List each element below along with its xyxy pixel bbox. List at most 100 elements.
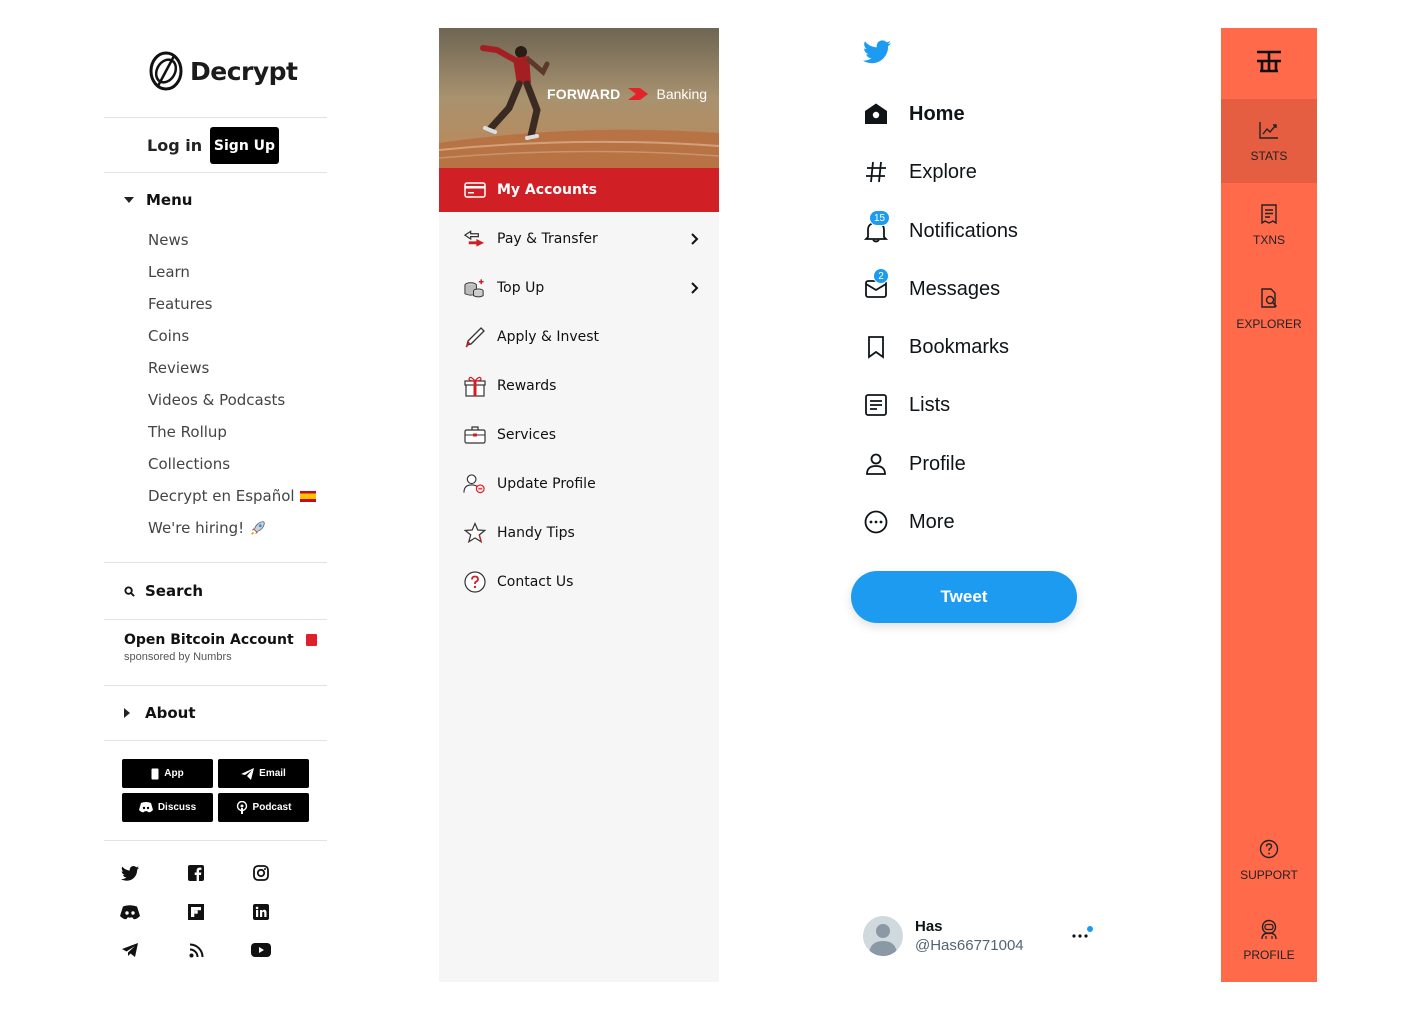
divider [104, 840, 327, 841]
nav-pay-transfer[interactable]: Pay & Transfer [439, 219, 719, 259]
nav-stats[interactable]: STATS [1221, 99, 1317, 183]
tweet-button[interactable]: Tweet [851, 571, 1077, 623]
app-button[interactable]: App [122, 759, 213, 788]
nav-txns[interactable]: TXNS [1221, 183, 1317, 267]
bell-icon: 15 [863, 210, 891, 244]
nav-notifications[interactable]: 15 Notifications [850, 206, 1018, 256]
discuss-button[interactable]: Discuss [122, 793, 213, 822]
menu-item-label: We're hiring! [148, 519, 245, 537]
nav-label: Pay & Transfer [497, 231, 598, 247]
caret-down-icon [124, 197, 134, 203]
menu-toggle[interactable]: Menu [124, 191, 192, 209]
rocket-icon [251, 521, 265, 535]
bookmark-icon [863, 334, 889, 360]
menu-item-learn[interactable]: Learn [148, 256, 316, 288]
nav-explore[interactable]: Explore [850, 147, 977, 197]
nav-my-accounts[interactable]: My Accounts [439, 168, 719, 212]
nav-home[interactable]: Home [850, 89, 965, 139]
nav-messages[interactable]: 2 Messages [850, 264, 1000, 314]
podcast-button[interactable]: Podcast [218, 793, 309, 822]
nav-bookmarks[interactable]: Bookmarks [850, 322, 1009, 372]
discuss-button-label: Discuss [157, 802, 197, 813]
app-button-label: App [164, 768, 184, 779]
list-icon [863, 392, 889, 418]
chart-icon [1259, 122, 1278, 139]
chevron-right-icon [691, 282, 699, 294]
menu-item-videos-podcasts[interactable]: Videos & Podcasts [148, 384, 316, 416]
nav-handy-tips[interactable]: Handy Tips [439, 513, 719, 553]
youtube-icon[interactable] [251, 940, 271, 960]
nav-label: Bookmarks [909, 335, 1010, 358]
login-link[interactable]: Log in [147, 136, 202, 155]
nav-support[interactable]: SUPPORT [1221, 818, 1317, 902]
about-toggle[interactable]: About [124, 704, 196, 722]
explorer-logo[interactable] [1253, 46, 1285, 78]
pen-icon [463, 326, 486, 349]
sponsor-link[interactable]: Open Bitcoin Account sponsored by Numbrs [124, 632, 317, 663]
hashtag-icon [863, 159, 889, 185]
divider [104, 685, 327, 686]
facebook-icon[interactable] [186, 863, 206, 883]
flipboard-icon[interactable] [186, 902, 206, 922]
nav-label: Apply & Invest [497, 329, 600, 345]
nav-label: My Accounts [497, 182, 597, 198]
menu-item-label: The Rollup [148, 423, 227, 441]
twitter-logo[interactable] [863, 40, 891, 68]
user-handle: @Has66771004 [915, 937, 1024, 954]
menu-item-label: Learn [148, 263, 190, 281]
menu-item-espanol[interactable]: Decrypt en Español [148, 480, 316, 512]
nav-update-profile[interactable]: Update Profile [439, 464, 719, 504]
nav-apply-invest[interactable]: Apply & Invest [439, 317, 719, 357]
nav-label: Home [909, 102, 965, 125]
menu-label: Menu [146, 191, 193, 209]
menu-item-label: Videos & Podcasts [148, 391, 286, 409]
user-edit-icon [463, 473, 486, 496]
discord-icon[interactable] [120, 902, 140, 922]
more-options-icon[interactable] [1072, 934, 1088, 938]
menu-item-coins[interactable]: Coins [148, 320, 316, 352]
nav-more[interactable]: More [850, 497, 955, 547]
menu-list: News Learn Features Coins Reviews Videos… [148, 224, 316, 544]
telegram-icon[interactable] [120, 940, 140, 960]
sponsor-title: Open Bitcoin Account [124, 632, 317, 648]
search-button[interactable]: Search [124, 582, 203, 600]
nav-profile[interactable]: Profile [850, 439, 966, 489]
nav-label: TXNS [1252, 233, 1285, 247]
sponsor-subtitle: sponsored by Numbrs [124, 651, 232, 663]
nav-explorer[interactable]: EXPLORER [1221, 267, 1317, 351]
twitter-icon[interactable] [120, 863, 140, 883]
nav-label: Top Up [497, 280, 545, 296]
sponsor-title-text: Open Bitcoin Account [124, 632, 294, 648]
signup-button[interactable]: Sign Up [210, 127, 279, 164]
account-switcher[interactable]: Has @Has66771004 [863, 916, 1024, 956]
divider [104, 172, 327, 173]
menu-item-the-rollup[interactable]: The Rollup [148, 416, 316, 448]
linkedin-icon[interactable] [251, 902, 271, 922]
nav-contact-us[interactable]: Contact Us [439, 562, 719, 602]
nav-label: Messages [909, 277, 1001, 300]
phone-icon [151, 768, 159, 779]
menu-item-hiring[interactable]: We're hiring! [148, 512, 316, 544]
nav-profile[interactable]: PROFILE [1221, 898, 1317, 982]
nav-lists[interactable]: Lists [850, 380, 950, 430]
coins-icon [463, 277, 486, 300]
decrypt-logo[interactable]: Decrypt [148, 50, 298, 92]
menu-item-news[interactable]: News [148, 224, 316, 256]
nav-services[interactable]: Services [439, 415, 719, 455]
nav-label: Update Profile [497, 476, 596, 492]
email-button[interactable]: Email [218, 759, 309, 788]
menu-item-reviews[interactable]: Reviews [148, 352, 316, 384]
rss-icon[interactable] [186, 940, 206, 960]
messages-badge: 2 [873, 268, 889, 284]
nav-rewards[interactable]: Rewards [439, 366, 719, 406]
menu-item-collections[interactable]: Collections [148, 448, 316, 480]
spain-flag-icon [299, 490, 316, 502]
nav-top-up[interactable]: Top Up [439, 268, 719, 308]
menu-item-features[interactable]: Features [148, 288, 316, 320]
divider [104, 619, 327, 620]
nav-label: STATS [1250, 149, 1288, 163]
divider [104, 117, 327, 118]
paper-plane-icon [241, 767, 255, 780]
hero-sub: Banking [656, 86, 708, 102]
instagram-icon[interactable] [251, 863, 271, 883]
